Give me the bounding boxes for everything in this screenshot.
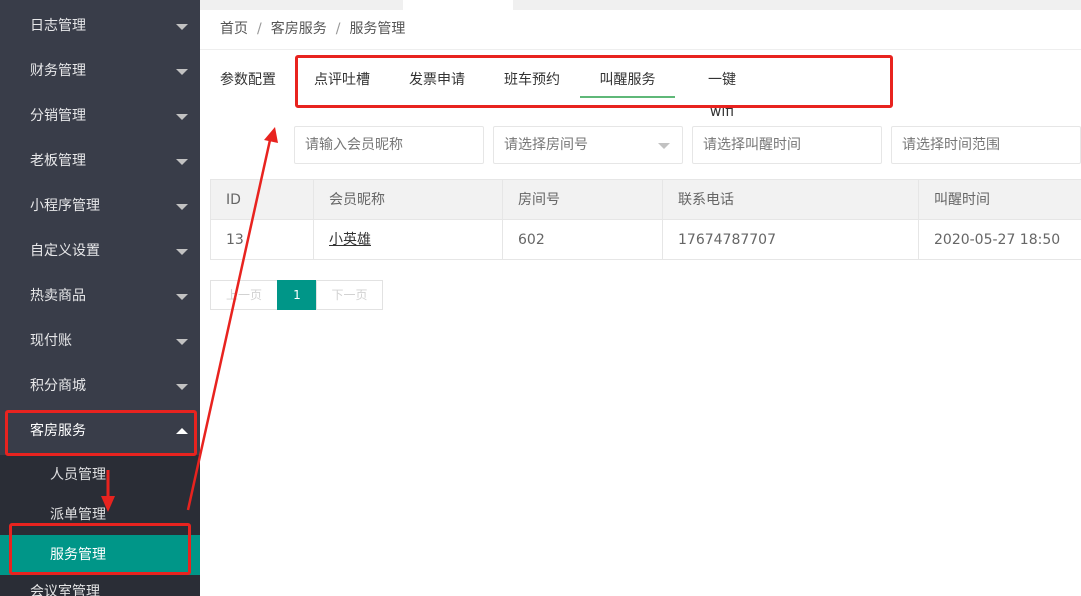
chevron-down-icon xyxy=(658,143,670,149)
sidebar-item-miniprogram[interactable]: 小程序管理 xyxy=(0,184,200,229)
divider xyxy=(200,49,1081,50)
sidebar-subitem-dispatch[interactable]: 派单管理 xyxy=(0,495,200,535)
data-table: ID 会员昵称 房间号 联系电话 叫醒时间 13 小英雄 602 1767478… xyxy=(210,179,1081,260)
sidebar-subitem-label: 人员管理 xyxy=(50,467,106,483)
tab-reviews[interactable]: 点评吐槽 xyxy=(314,64,370,98)
sidebar-item-label: 小程序管理 xyxy=(30,198,100,214)
sidebar-item-finance[interactable]: 财务管理 xyxy=(0,49,200,94)
cell-wake-time: 2020-05-27 18:50 xyxy=(934,232,1061,248)
sidebar-item-points-mall[interactable]: 积分商城 xyxy=(0,364,200,409)
breadcrumb: 首页 / 客房服务 / 服务管理 xyxy=(220,19,405,39)
time-range-input[interactable]: 请选择时间范围 xyxy=(891,126,1081,164)
cell-nickname: 小英雄 xyxy=(314,220,503,260)
room-select-placeholder: 请选择房间号 xyxy=(504,137,588,153)
column-header-phone: 联系电话 xyxy=(663,180,919,220)
sidebar-item-label: 财务管理 xyxy=(30,63,86,79)
tab-shuttle-booking[interactable]: 班车预约 xyxy=(504,64,560,98)
tab-params-config[interactable]: 参数配置 xyxy=(220,64,276,98)
breadcrumb-separator: / xyxy=(335,21,341,37)
room-select[interactable]: 请选择房间号 xyxy=(493,126,683,164)
top-tab-strip xyxy=(200,0,1081,10)
breadcrumb-separator: / xyxy=(257,21,262,37)
chevron-down-icon xyxy=(176,24,188,30)
column-header-room: 房间号 xyxy=(503,180,663,220)
nickname-link[interactable]: 小英雄 xyxy=(329,232,371,248)
sidebar-item-meeting-room[interactable]: 会议室管理 xyxy=(0,570,200,596)
sidebar-item-label: 积分商城 xyxy=(30,378,86,394)
sidebar-item-label: 分销管理 xyxy=(30,108,86,124)
sidebar-item-label: 自定义设置 xyxy=(30,243,100,259)
chevron-down-icon xyxy=(176,114,188,120)
breadcrumb-current: 服务管理 xyxy=(349,21,406,37)
chevron-down-icon xyxy=(176,249,188,255)
nickname-input[interactable]: 请输入会员昵称 xyxy=(294,126,484,164)
chevron-up-icon xyxy=(176,428,188,434)
sidebar-item-cash-account[interactable]: 现付账 xyxy=(0,319,200,364)
chevron-down-icon xyxy=(176,384,188,390)
sidebar-item-label: 日志管理 xyxy=(30,18,86,34)
prev-page-button[interactable]: 上一页 xyxy=(210,280,278,310)
sidebar-subitem-staff[interactable]: 人员管理 xyxy=(0,455,200,495)
table-row: 13 小英雄 602 17674787707 2020-05-27 18:50 xyxy=(211,220,1081,260)
active-page-tab[interactable] xyxy=(403,0,513,10)
next-page-button[interactable]: 下一页 xyxy=(316,280,383,310)
sidebar-item-label: 热卖商品 xyxy=(30,288,86,304)
chevron-down-icon xyxy=(176,69,188,75)
sidebar-item-label: 会议室管理 xyxy=(30,584,100,596)
tab-one-click-wifi[interactable]: 一键wifi xyxy=(697,64,747,120)
arrow-up-head xyxy=(264,127,278,143)
sidebar-item-label: 老板管理 xyxy=(30,153,86,169)
sidebar-subitem-service-management[interactable]: 服务管理 xyxy=(0,535,200,575)
chevron-down-icon xyxy=(176,204,188,210)
wake-time-input[interactable]: 请选择叫醒时间 xyxy=(692,126,882,164)
breadcrumb-section[interactable]: 客房服务 xyxy=(271,21,327,37)
tab-invoice-request[interactable]: 发票申请 xyxy=(409,64,465,98)
breadcrumb-home[interactable]: 首页 xyxy=(220,21,248,37)
chevron-down-icon xyxy=(176,294,188,300)
sidebar-item-hot-products[interactable]: 热卖商品 xyxy=(0,274,200,319)
page-1-button[interactable]: 1 xyxy=(277,280,317,310)
sidebar-item-label: 现付账 xyxy=(30,333,72,349)
page: 日志管理 财务管理 分销管理 老板管理 小程序管理 自定义设置 热卖商品 现付账… xyxy=(0,0,1081,596)
chevron-down-icon xyxy=(176,159,188,165)
chevron-down-icon xyxy=(176,339,188,345)
sidebar-item-distribution[interactable]: 分销管理 xyxy=(0,94,200,139)
sidebar-item-room-service[interactable]: 客房服务 xyxy=(0,409,200,454)
sidebar: 日志管理 财务管理 分销管理 老板管理 小程序管理 自定义设置 热卖商品 现付账… xyxy=(0,0,200,596)
column-header-wake-time: 叫醒时间 xyxy=(934,192,990,208)
sidebar-item-label: 客房服务 xyxy=(30,423,86,439)
cell-phone: 17674787707 xyxy=(663,220,919,260)
cell-id: 13 xyxy=(211,220,314,260)
sidebar-subitem-label: 派单管理 xyxy=(50,507,106,523)
table-header: ID 会员昵称 房间号 联系电话 叫醒时间 xyxy=(211,180,1081,220)
sidebar-item-log[interactable]: 日志管理 xyxy=(0,4,200,49)
sidebar-item-custom-settings[interactable]: 自定义设置 xyxy=(0,229,200,274)
sidebar-subitem-label: 服务管理 xyxy=(50,547,106,563)
tab-wake-up-service[interactable]: 叫醒服务 xyxy=(580,64,675,98)
cell-room: 602 xyxy=(503,220,663,260)
sidebar-item-boss[interactable]: 老板管理 xyxy=(0,139,200,184)
column-header-nickname: 会员昵称 xyxy=(314,180,503,220)
column-header-id: ID xyxy=(211,180,314,220)
